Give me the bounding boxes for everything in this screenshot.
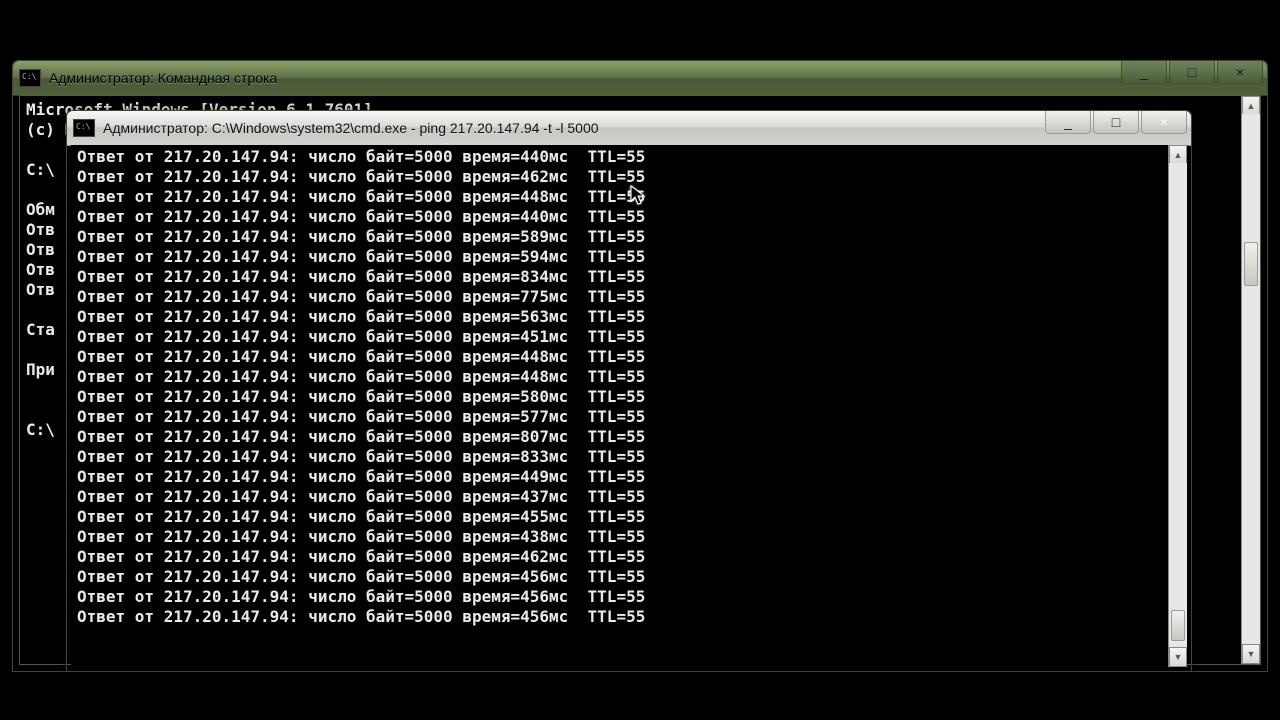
close-button[interactable]: ×	[1217, 61, 1263, 84]
terminal-output[interactable]: Ответ от 217.20.147.94: число байт=5000 …	[71, 145, 1187, 629]
scroll-down-button[interactable]: ▼	[1169, 647, 1187, 667]
scroll-thumb[interactable]	[1244, 242, 1258, 287]
scroll-track[interactable]	[1169, 163, 1187, 649]
cmd-window-ping: Администратор: C:\Windows\system32\cmd.e…	[66, 110, 1192, 672]
window-buttons: _ □ ×	[1043, 111, 1191, 145]
titlebar-background[interactable]: Администратор: Командная строка _ □ ×	[13, 61, 1267, 96]
maximize-button[interactable]: □	[1169, 61, 1215, 84]
titlebar-ping[interactable]: Администратор: C:\Windows\system32\cmd.e…	[67, 111, 1191, 146]
window-title: Администратор: Командная строка	[49, 61, 1119, 95]
maximize-button[interactable]: □	[1093, 111, 1139, 134]
scroll-down-button[interactable]: ▼	[1242, 644, 1260, 664]
window-buttons: _ □ ×	[1119, 61, 1267, 95]
scroll-up-button[interactable]: ▲	[1242, 96, 1260, 116]
scrollbar-vertical[interactable]: ▲ ▼	[1168, 145, 1187, 667]
scroll-track[interactable]	[1242, 114, 1260, 646]
minimize-button[interactable]: _	[1045, 111, 1091, 134]
scrollbar-vertical[interactable]: ▲ ▼	[1241, 96, 1260, 664]
scroll-up-button[interactable]: ▲	[1169, 145, 1187, 165]
cmd-icon	[19, 69, 41, 87]
cmd-icon	[73, 119, 95, 137]
minimize-button[interactable]: _	[1121, 61, 1167, 84]
terminal-client-area: Ответ от 217.20.147.94: число байт=5000 …	[71, 145, 1187, 667]
window-title: Администратор: C:\Windows\system32\cmd.e…	[103, 111, 1043, 145]
close-button[interactable]: ×	[1141, 111, 1187, 134]
scroll-thumb[interactable]	[1171, 610, 1185, 641]
